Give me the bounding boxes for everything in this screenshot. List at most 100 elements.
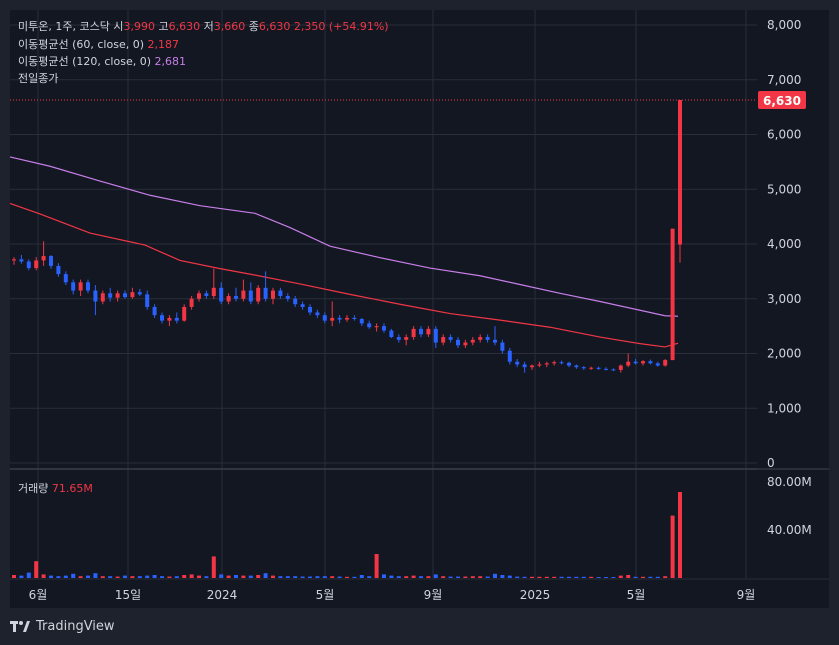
candle-body xyxy=(456,339,460,346)
price-tick-label: 1,000 xyxy=(767,401,801,415)
candle-body xyxy=(670,228,675,361)
candle-body xyxy=(152,306,157,316)
time-tick-label: 15일 xyxy=(115,588,141,602)
candle-body xyxy=(26,261,31,269)
price-badge: 6,630 xyxy=(758,91,806,110)
legend-high-label: 고 xyxy=(158,20,169,33)
volume-bar xyxy=(248,575,253,578)
volume-bar xyxy=(552,576,557,578)
volume-bar xyxy=(271,575,275,578)
legend-open: 3,990 xyxy=(123,20,155,33)
candle-body xyxy=(641,361,645,364)
volume-bar xyxy=(263,573,268,578)
candle-body xyxy=(56,265,61,275)
candle-body xyxy=(337,317,342,320)
price-tick-label: 4,000 xyxy=(767,237,801,251)
volume-bar xyxy=(655,576,660,578)
candle-body xyxy=(293,298,298,305)
candle-body xyxy=(137,292,142,295)
candle-body xyxy=(419,328,423,335)
volume-bar xyxy=(581,576,586,578)
candle-body xyxy=(574,365,579,368)
volume-tick-label: 40.00M xyxy=(767,523,812,537)
volume-bar xyxy=(145,575,150,578)
candle-body xyxy=(145,294,150,307)
volume-bar xyxy=(152,575,157,578)
volume-bar xyxy=(530,576,534,578)
volume-bar xyxy=(611,577,616,579)
legend-low: 3,660 xyxy=(213,20,246,33)
candle-body xyxy=(374,326,379,328)
volume-bar xyxy=(456,576,460,578)
candle-body xyxy=(396,337,401,340)
candle-body xyxy=(197,293,201,299)
candle-body xyxy=(382,326,386,331)
volume-bar xyxy=(359,575,364,578)
candle-body xyxy=(478,337,483,340)
candle-body xyxy=(49,256,53,266)
candle-body xyxy=(626,361,631,366)
volume-bar xyxy=(19,575,24,578)
volume-bar xyxy=(411,575,416,578)
candle-body xyxy=(315,312,320,316)
candle-body xyxy=(345,317,349,320)
candle-body xyxy=(367,323,372,328)
time-tick-label: 9월 xyxy=(737,588,756,602)
candle-body xyxy=(93,290,98,302)
volume-bar xyxy=(626,575,631,578)
candle-body xyxy=(589,367,594,369)
legend-volume-row[interactable]: 거래량 71.65M xyxy=(18,480,93,496)
volume-bar xyxy=(211,556,216,578)
candle-body xyxy=(485,337,490,340)
volume-bar xyxy=(485,576,490,578)
candle-body xyxy=(611,369,616,371)
volume-bar xyxy=(56,576,61,578)
volume-bar xyxy=(63,575,68,578)
volume-bar xyxy=(71,573,76,578)
legend-ma60-value: 2,187 xyxy=(147,38,180,51)
candle-body xyxy=(123,293,127,298)
legend-ma120-row[interactable]: 이동평균선 (120, close, 0) 2,681 xyxy=(18,53,186,69)
volume-bar xyxy=(433,574,438,578)
candle-body xyxy=(160,315,164,321)
legend-symbol-row: 미투온, 1주, 코스닥 시3,990 고6,630 저3,660 종6,630… xyxy=(18,18,389,34)
legend-ma60-row[interactable]: 이동평균선 (60, close, 0) 2,187 xyxy=(18,36,179,52)
legend-volume-value: 71.65M xyxy=(51,482,93,495)
volume-bar xyxy=(426,576,431,578)
tradingview-watermark[interactable]: TradingView xyxy=(10,619,115,634)
volume-bar xyxy=(256,575,261,578)
candle-body xyxy=(241,290,246,299)
candle-body xyxy=(678,100,682,245)
volume-bar xyxy=(463,576,468,578)
candle-body xyxy=(470,339,475,343)
legend-ma60-label: 이동평균선 (60, close, 0) xyxy=(18,38,144,51)
candle-body xyxy=(433,328,438,343)
tradingview-brand: TradingView xyxy=(36,619,115,634)
volume-pane[interactable] xyxy=(10,470,757,578)
candle-body xyxy=(115,293,120,298)
candle-body xyxy=(322,315,327,321)
legend-low-label: 저 xyxy=(203,20,214,33)
volume-bar xyxy=(167,576,172,578)
candle-body xyxy=(256,287,261,302)
price-pane[interactable] xyxy=(10,10,757,468)
candle-body xyxy=(86,282,90,291)
chart-canvas[interactable]: 8,000 7,000 6,000 5,000 4,000 3,000 2,000 1,000… xyxy=(0,0,839,645)
volume-bar xyxy=(160,576,164,578)
candle-body xyxy=(211,287,216,297)
candle-body xyxy=(633,361,638,364)
candle-body xyxy=(404,337,409,340)
price-tick-label: 0 xyxy=(767,456,775,470)
candle-body xyxy=(130,292,135,298)
time-tick-label: 5월 xyxy=(627,588,646,602)
volume-bar xyxy=(189,574,194,578)
legend-prev-close-row[interactable]: 전일종가 xyxy=(18,70,58,86)
tradingview-logo-icon xyxy=(10,620,30,632)
legend-close-label: 종 xyxy=(248,20,259,33)
legend-ma120-label: 이동평균선 (120, close, 0) xyxy=(18,55,151,68)
legend-symbol[interactable]: 미투온, 1주, 코스닥 xyxy=(18,20,110,33)
legend-high: 6,630 xyxy=(168,20,201,33)
volume-bar xyxy=(522,576,527,578)
volume-bar xyxy=(49,575,53,578)
candle-body xyxy=(359,319,364,324)
